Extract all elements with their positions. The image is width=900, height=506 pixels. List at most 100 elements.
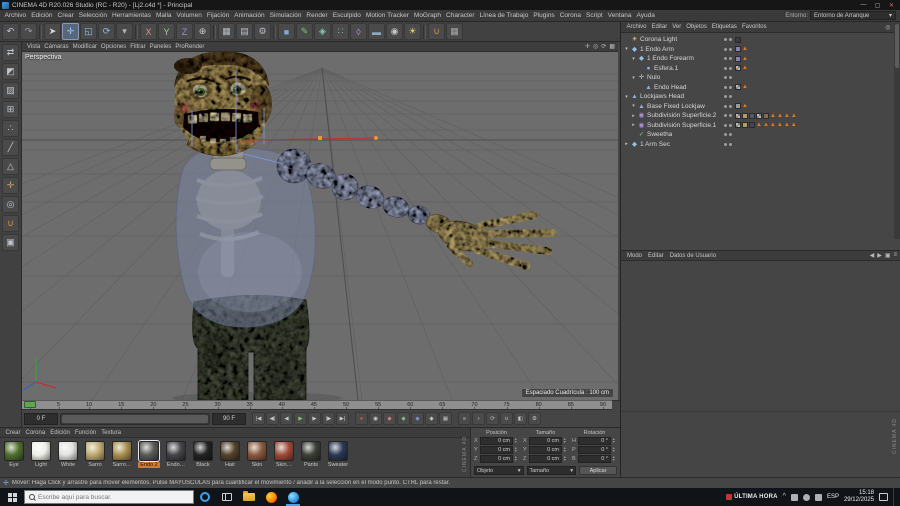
timeline-tick[interactable]: 45: [311, 401, 317, 409]
add-spline-pen-icon[interactable]: ✎: [296, 23, 313, 40]
object-row[interactable]: ☀ Corona Light: [621, 35, 900, 45]
expander-icon[interactable]: ▾: [630, 103, 637, 109]
material-item-endo-2[interactable]: Endo 2: [137, 440, 161, 468]
texture-tag-icon[interactable]: [749, 112, 755, 119]
coord-size-select[interactable]: Tamaño ▾: [526, 466, 576, 475]
phong-tag-icon[interactable]: ▲: [770, 122, 776, 128]
attr-panel-menu-icon[interactable]: ≡: [893, 252, 897, 259]
phong-tag-icon[interactable]: ▲: [763, 122, 769, 128]
timeline-tick[interactable]: 15: [118, 401, 124, 409]
visibility-dot-render[interactable]: [729, 85, 732, 89]
dock-grip[interactable]: CINEMA 4D: [891, 401, 899, 471]
coordinate-field[interactable]: 0 cm: [480, 437, 513, 445]
locked-workplane-icon[interactable]: ▣: [2, 234, 19, 251]
texture-mode-icon[interactable]: ▨: [2, 82, 19, 99]
record-rotation-button[interactable]: ◆: [411, 412, 424, 425]
visibility-dots[interactable]: [721, 66, 735, 70]
materials-menu-edicion[interactable]: Edición: [48, 430, 73, 436]
spinner-down-icon[interactable]: ▼: [563, 458, 568, 463]
menu-corona[interactable]: Corona: [557, 12, 583, 19]
menu-simulacion[interactable]: Simulación: [267, 12, 304, 19]
view-label[interactable]: Perspectiva: [25, 54, 62, 61]
visibility-dots[interactable]: [721, 114, 735, 118]
sound-toggle-button[interactable]: ♪: [472, 412, 485, 425]
close-button[interactable]: ✕: [885, 1, 898, 10]
visibility-dot-render[interactable]: [729, 123, 732, 127]
texture-tag-icon[interactable]: [742, 122, 748, 129]
texture-tag-icon[interactable]: [735, 36, 741, 43]
timeline-tick[interactable]: 65: [439, 401, 445, 409]
coordinate-field[interactable]: 0 cm: [480, 455, 513, 463]
timeline-settings-button[interactable]: ⚙: [528, 412, 541, 425]
visibility-dots[interactable]: [721, 47, 735, 51]
expander-icon[interactable]: ▾: [630, 56, 637, 62]
timeline-tick[interactable]: 25: [182, 401, 189, 409]
timeline-tick[interactable]: 90: [600, 401, 606, 409]
om-menu-ver[interactable]: Ver: [670, 24, 684, 30]
texture-tag-icon[interactable]: [749, 122, 755, 129]
om-menu-objetos[interactable]: Objetos: [684, 24, 710, 30]
menu-volumen[interactable]: Volumen: [174, 12, 204, 19]
timeline-tick[interactable]: 70: [471, 401, 478, 409]
visibility-dot-editor[interactable]: [724, 104, 727, 108]
visibility-dot-render[interactable]: [729, 95, 732, 99]
visibility-dot-editor[interactable]: [724, 123, 727, 127]
om-menu-archivo[interactable]: Archivo: [624, 24, 649, 30]
menu-ayuda[interactable]: Ayuda: [634, 12, 657, 19]
object-row[interactable]: ▾ ✛ Nulo: [621, 73, 900, 83]
visibility-dots[interactable]: [721, 142, 735, 146]
autokey-button[interactable]: ◉: [369, 412, 382, 425]
show-desktop-button[interactable]: [893, 488, 897, 506]
menu-mograph[interactable]: MoGraph: [411, 12, 443, 19]
phong-tag-icon[interactable]: ▲: [791, 113, 797, 119]
materials-menu-corona[interactable]: Corona: [23, 430, 48, 436]
object-row[interactable]: ▸ ◆ 1 Arm Sec: [621, 140, 900, 150]
spinner-down-icon[interactable]: ▼: [612, 458, 617, 463]
coordinate-field[interactable]: 0 cm: [480, 446, 513, 454]
model-mode-icon[interactable]: ◩: [2, 63, 19, 80]
search-input[interactable]: [38, 493, 183, 501]
news-widget[interactable]: ÚLTIMA HORA: [726, 494, 778, 500]
browser-button[interactable]: [282, 488, 304, 506]
render-picture-viewer-icon[interactable]: ▤: [236, 23, 253, 40]
apply-button[interactable]: Aplicar: [579, 466, 617, 475]
visibility-dot-render[interactable]: [729, 133, 732, 137]
record-keyframe-button[interactable]: ●: [355, 412, 368, 425]
timeline-tick[interactable]: 40: [279, 401, 285, 409]
material-item-black[interactable]: Black: [191, 441, 215, 468]
menu-edicion[interactable]: Edición: [29, 12, 55, 19]
texture-tag-icon[interactable]: [742, 112, 748, 119]
live-selection-icon[interactable]: ➤: [44, 23, 61, 40]
phong-tag-icon[interactable]: ▲: [791, 122, 797, 128]
visibility-dot-editor[interactable]: [724, 114, 727, 118]
phong-tag-icon[interactable]: ▲: [784, 122, 790, 128]
visibility-dot-render[interactable]: [729, 66, 732, 70]
visibility-dot-render[interactable]: [729, 47, 732, 51]
object-row[interactable]: ● Esfera.1 ▲: [621, 64, 900, 74]
spinner-icon[interactable]: ▲ ▼: [514, 455, 519, 463]
timeline-tick[interactable]: 80: [536, 401, 542, 409]
render-view-icon[interactable]: ▦: [218, 23, 235, 40]
edges-mode-icon[interactable]: ╱: [2, 139, 19, 156]
volume-icon[interactable]: [802, 493, 810, 501]
phong-tag-icon[interactable]: ▲: [777, 113, 783, 119]
undo-icon[interactable]: ↶: [2, 23, 19, 40]
materials-menu-textura[interactable]: Textura: [99, 430, 124, 436]
timeline-tick[interactable]: 30: [215, 401, 221, 409]
object-row[interactable]: ▾ ▲ Lockjaws Head: [621, 92, 900, 102]
visibility-dot-editor[interactable]: [724, 142, 727, 146]
workplane-mode-icon[interactable]: ⊞: [2, 101, 19, 118]
object-row[interactable]: ▸ ◉ Subdivisión Superficie.2 ▲ ▲ ▲ ▲: [621, 111, 900, 121]
menu-linea-de-trabajo[interactable]: Línea de Trabajo: [477, 12, 531, 19]
last-tool-dropdown-icon[interactable]: ▾: [116, 23, 133, 40]
rotate-tool-icon[interactable]: ⟳: [98, 23, 115, 40]
menu-crear[interactable]: Crear: [55, 12, 76, 19]
lock-y-axis-icon[interactable]: Y: [158, 23, 175, 40]
coord-mode-select[interactable]: Objeto ▾: [474, 466, 524, 475]
coordinate-field[interactable]: 0 °: [578, 437, 611, 445]
spinner-down-icon[interactable]: ▼: [563, 449, 568, 454]
texture-tag-icon[interactable]: [756, 112, 762, 119]
expander-icon[interactable]: ▾: [623, 94, 630, 100]
menu-motion-tracker[interactable]: Motion Tracker: [363, 12, 411, 19]
visibility-dot-editor[interactable]: [724, 57, 727, 61]
